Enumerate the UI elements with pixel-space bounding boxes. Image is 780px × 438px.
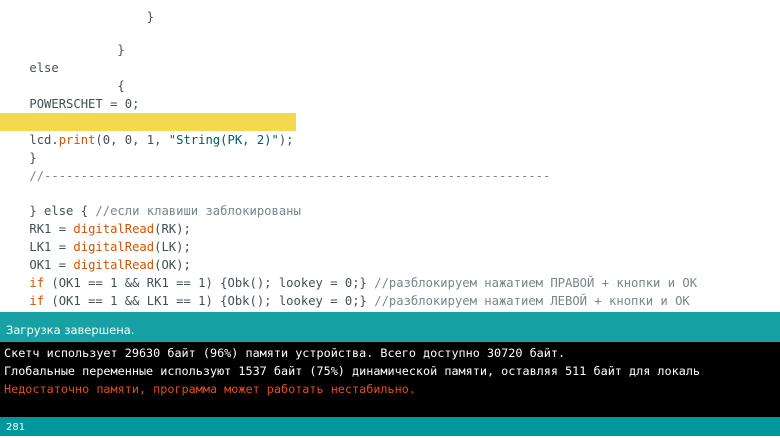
footer-bar: 281 (0, 417, 780, 436)
code-line: else (0, 41, 780, 75)
status-bar: Загрузка завершена. (0, 312, 780, 342)
code-line: RK1 = digitalRead(RK); (0, 202, 780, 236)
highlighted-code-line: lcd.print(0, 0, 1, "String(PK, 2)"); (0, 113, 296, 147)
code-line: LK1 = digitalRead(LK); (0, 220, 780, 254)
code-line: if (OK1 == 1 && RK1 == 1) {Obk(); lookey… (0, 256, 780, 290)
code-line: { (0, 59, 780, 93)
code-line: //--------------------------------------… (0, 149, 780, 183)
code-comment: //разблокируем нажатием ЛЕВОЙ + кнопки и… (374, 294, 690, 308)
code-text: (OK1 == 1 && LK1 == 1) {Obk(); lookey = … (44, 294, 375, 308)
code-line: } else { //если клавиши заблокированы (0, 184, 780, 218)
status-text: Загрузка завершена. (6, 323, 135, 337)
code-line: if (OK1 == 1 && LK1 == 1) {Obk(); lookey… (0, 274, 780, 308)
code-line: POWERSCHET = 0; (0, 77, 780, 111)
console-line: Скетч использует 29630 байт (96%) памяти… (4, 346, 566, 360)
code-line: } (0, 95, 780, 129)
output-console[interactable]: Скетч использует 29630 байт (96%) памяти… (0, 342, 780, 417)
code-line: } (0, 131, 780, 165)
code-editor[interactable]: } } else { POWERSCHET = 0; } lcd.print(0… (0, 0, 780, 312)
code-comment: //--------------------------------------… (29, 169, 551, 183)
code-line: } (0, 0, 780, 24)
line-number: 281 (6, 422, 26, 433)
code-text: } (146, 10, 155, 24)
console-line: Глобальные переменные используют 1537 ба… (4, 364, 701, 378)
code-line: OK1 = digitalRead(OK); (0, 238, 780, 272)
code-line: } (0, 23, 780, 57)
console-error-line: Недостаточно памяти, программа может раб… (4, 382, 416, 396)
code-keyword: if (29, 294, 45, 308)
